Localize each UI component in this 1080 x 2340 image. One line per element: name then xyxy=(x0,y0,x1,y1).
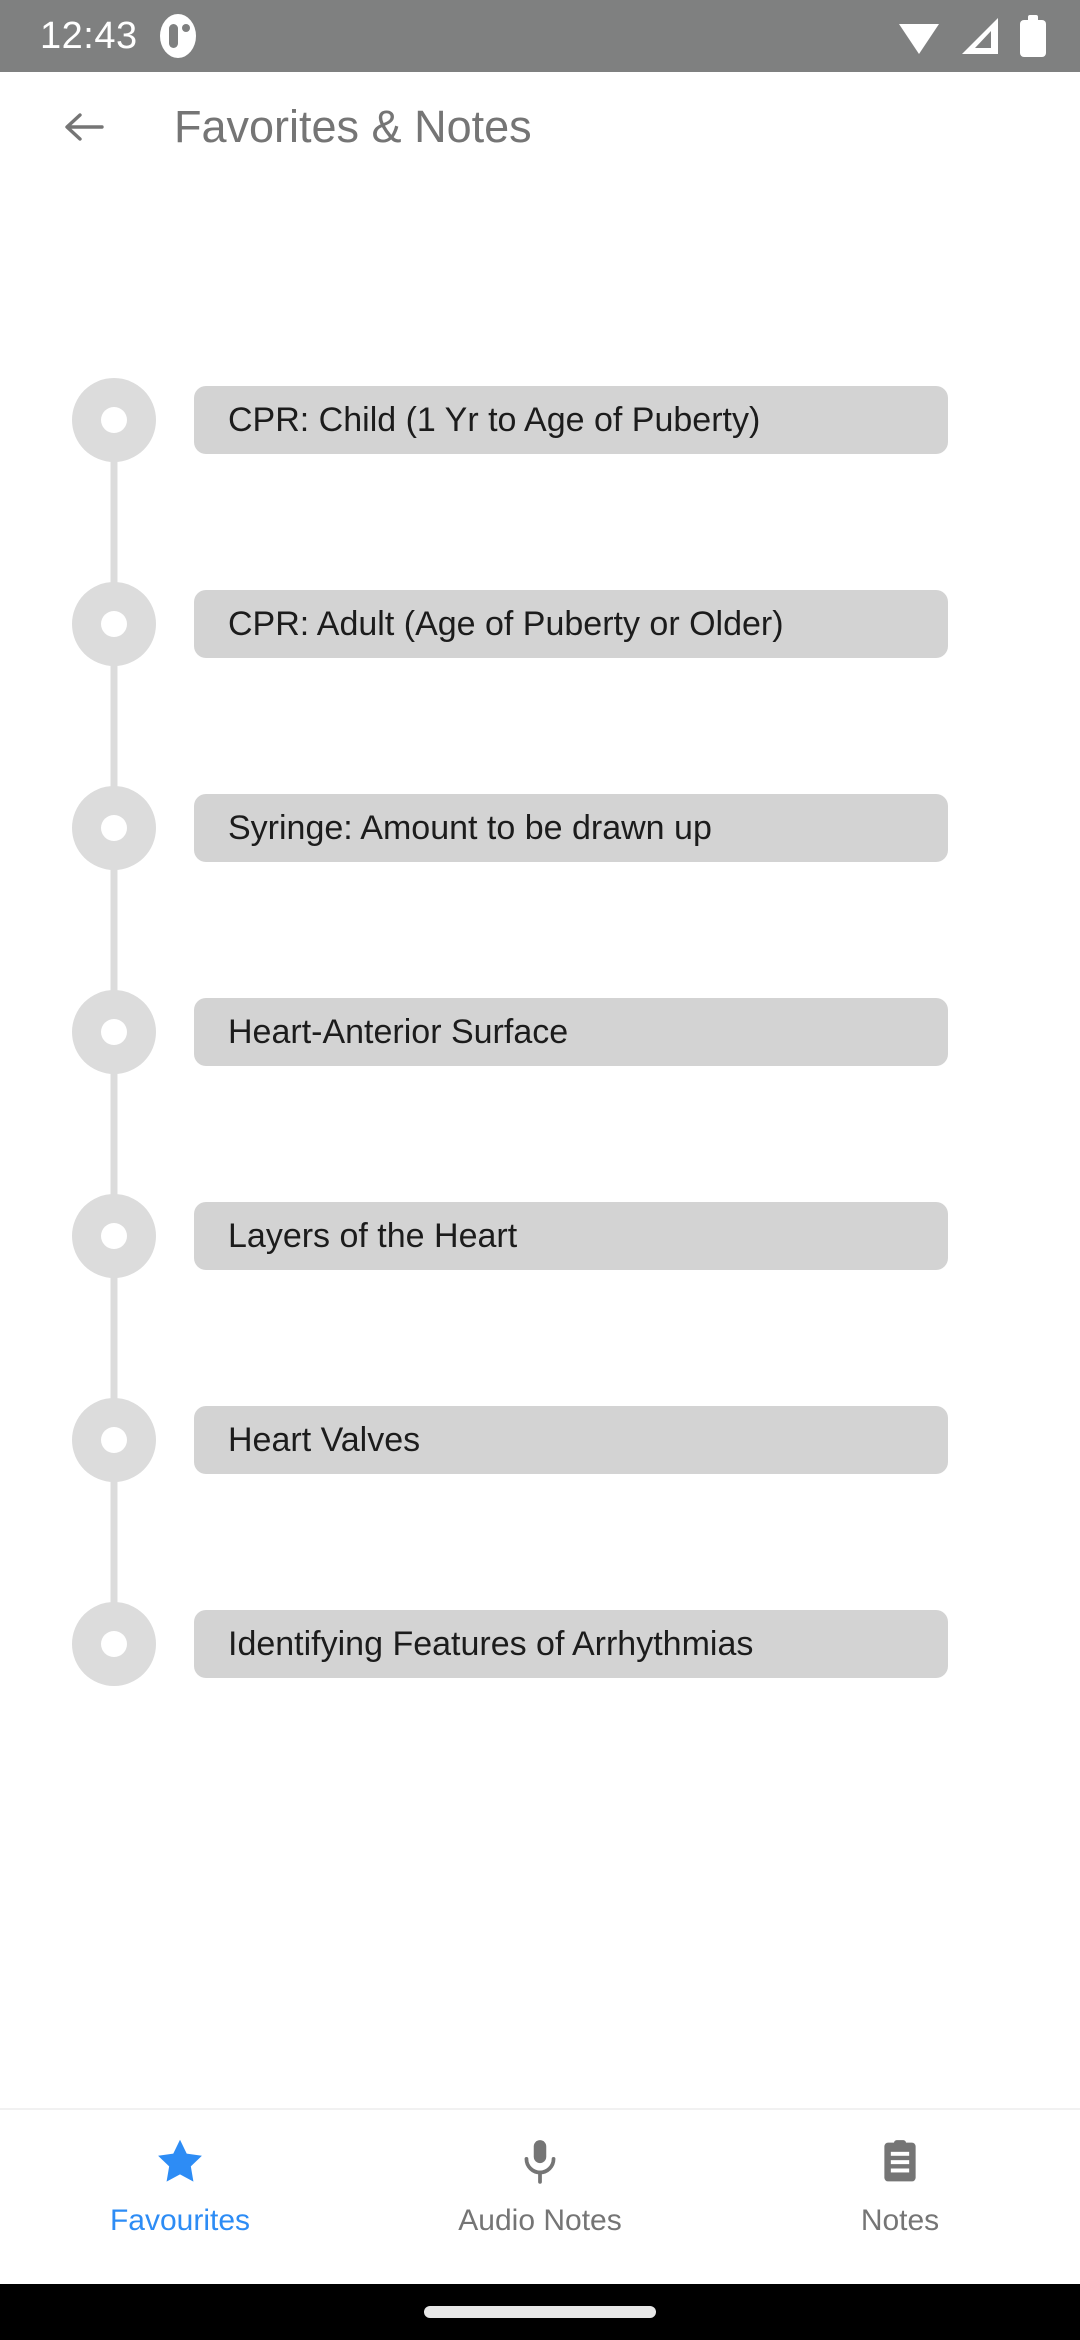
favorite-item-label[interactable]: CPR: Child (1 Yr to Age of Puberty) xyxy=(194,386,948,454)
system-gesture-bar xyxy=(0,2284,1080,2340)
clipboard-notes-icon xyxy=(871,2134,929,2188)
list-item[interactable]: Heart-Anterior Surface xyxy=(0,990,1080,1194)
timeline-marker xyxy=(72,1602,156,1712)
favorite-item-label[interactable]: Layers of the Heart xyxy=(194,1202,948,1270)
star-icon xyxy=(151,2134,209,2188)
bottom-navigation-bar: Favourites Audio Notes Notes xyxy=(0,2108,1080,2284)
battery-icon xyxy=(1020,15,1046,57)
microphone-icon xyxy=(511,2134,569,2188)
timeline-marker xyxy=(72,786,156,990)
timeline-marker xyxy=(72,1398,156,1602)
timeline-dot-hole xyxy=(101,1631,127,1657)
timeline-marker xyxy=(72,378,156,582)
status-bar: 12:43 xyxy=(0,0,1080,72)
timeline-marker xyxy=(72,990,156,1194)
home-gesture-handle[interactable] xyxy=(424,2306,656,2318)
favorite-item-label[interactable]: Heart-Anterior Surface xyxy=(194,998,948,1066)
timeline-dot-icon xyxy=(72,378,156,462)
list-item[interactable]: Layers of the Heart xyxy=(0,1194,1080,1398)
timeline-dot-icon xyxy=(72,990,156,1074)
timeline-dot-hole xyxy=(101,1427,127,1453)
status-clock: 12:43 xyxy=(40,15,138,57)
nav-tab-label-notes: Notes xyxy=(860,2204,940,2237)
app-notification-icon xyxy=(159,14,196,58)
timeline-dot-icon xyxy=(72,786,156,870)
nav-tab-label-favourites: Favourites xyxy=(109,2204,251,2237)
timeline-dot-icon xyxy=(72,1602,156,1686)
timeline-dot-hole xyxy=(101,611,127,637)
battery-icon-body xyxy=(1020,20,1046,57)
app-bar: Favorites & Notes xyxy=(0,72,1080,182)
wifi-icon xyxy=(898,17,940,55)
timeline-dot-hole xyxy=(101,815,127,841)
timeline-dot-hole xyxy=(101,1223,127,1249)
list-item[interactable]: CPR: Child (1 Yr to Age of Puberty) xyxy=(0,378,1080,582)
list-item[interactable]: CPR: Adult (Age of Puberty or Older) xyxy=(0,582,1080,786)
status-bar-right xyxy=(898,15,1046,57)
status-bar-left: 12:43 xyxy=(40,14,898,58)
timeline-dot-icon xyxy=(72,1398,156,1482)
timeline-marker xyxy=(72,1194,156,1398)
back-button[interactable] xyxy=(48,91,120,163)
timeline-dot-icon xyxy=(72,582,156,666)
content-area: CPR: Child (1 Yr to Age of Puberty) CPR:… xyxy=(0,182,1080,2108)
timeline-dot-icon xyxy=(72,1194,156,1278)
notification-icon-oval xyxy=(159,14,196,58)
list-item[interactable]: Syringe: Amount to be drawn up xyxy=(0,786,1080,990)
timeline-dot-hole xyxy=(101,1019,127,1045)
notification-icon-bar xyxy=(168,24,178,48)
timeline-dot-hole xyxy=(101,407,127,433)
nav-tab-audio-notes[interactable]: Audio Notes xyxy=(360,2134,720,2236)
list-item[interactable]: Heart Valves xyxy=(0,1398,1080,1602)
favorite-item-label[interactable]: Heart Valves xyxy=(194,1406,948,1474)
cellular-signal-icon xyxy=(960,17,1000,55)
notification-icon-dot xyxy=(181,24,190,32)
page-title: Favorites & Notes xyxy=(174,101,532,152)
favorite-item-label[interactable]: CPR: Adult (Age of Puberty or Older) xyxy=(194,590,948,658)
nav-tab-favourites[interactable]: Favourites xyxy=(0,2134,360,2236)
favorites-timeline-list: CPR: Child (1 Yr to Age of Puberty) CPR:… xyxy=(0,378,1080,1712)
timeline-marker xyxy=(72,582,156,786)
favorite-item-label[interactable]: Syringe: Amount to be drawn up xyxy=(194,794,948,862)
list-item[interactable]: Identifying Features of Arrhythmias xyxy=(0,1602,1080,1712)
nav-tab-label-audio-notes: Audio Notes xyxy=(458,2204,622,2237)
back-arrow-icon xyxy=(60,103,108,151)
phone-screen: 12:43 Favorites & Notes CPR: Child (1 Yr… xyxy=(0,0,1080,2340)
favorite-item-label[interactable]: Identifying Features of Arrhythmias xyxy=(194,1610,948,1678)
nav-tab-notes[interactable]: Notes xyxy=(720,2134,1080,2236)
